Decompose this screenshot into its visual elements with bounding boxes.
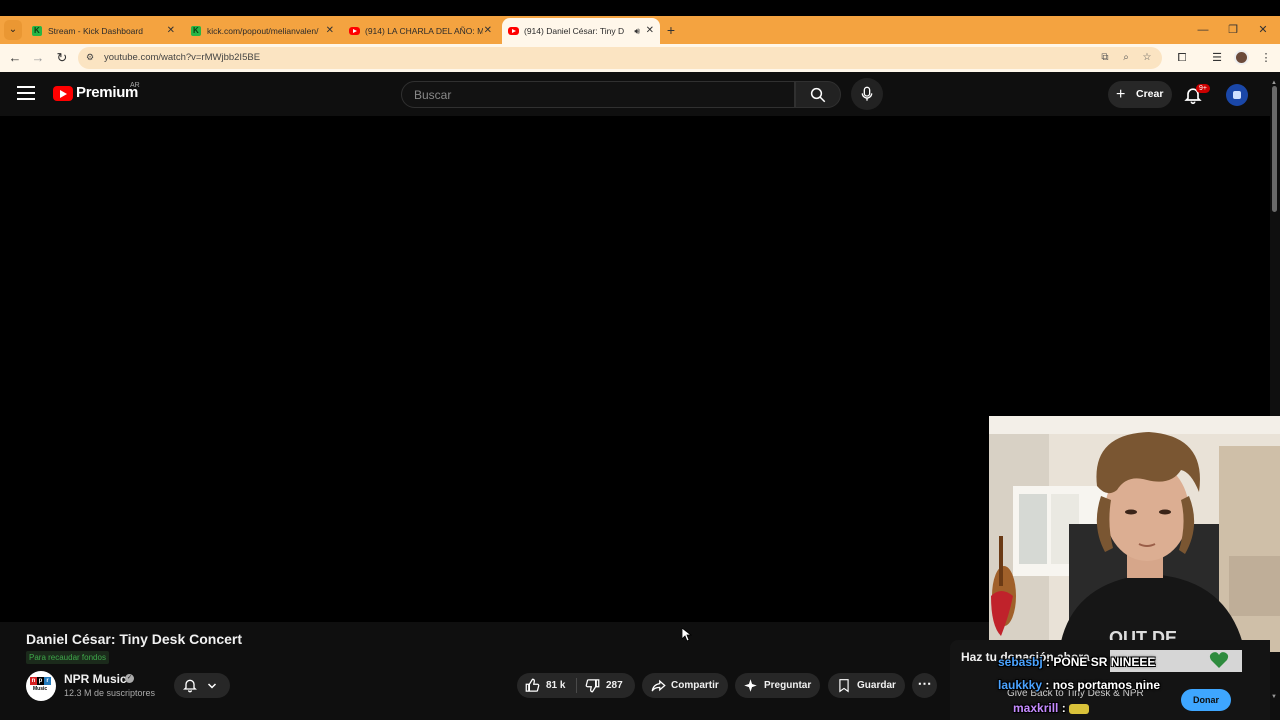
save-button[interactable]: Guardar bbox=[828, 673, 905, 698]
dislike-count[interactable]: 287 bbox=[606, 673, 623, 698]
chat-text: : bbox=[1061, 701, 1066, 715]
npr-logo: n p r bbox=[30, 677, 51, 685]
tab-charla[interactable]: (914) LA CHARLA DEL AÑO: ME ✕ bbox=[343, 18, 498, 44]
bookmark-star-icon[interactable]: ☆ bbox=[1138, 47, 1156, 69]
chat-username: sebasbj bbox=[998, 655, 1043, 669]
close-tab-icon[interactable]: ✕ bbox=[326, 18, 334, 44]
chat-message: laukkky : nos portamos nine bbox=[998, 678, 1160, 692]
screen-top-strip bbox=[0, 0, 1280, 16]
search-icon bbox=[810, 87, 826, 103]
kick-icon bbox=[32, 18, 42, 44]
create-button[interactable]: + Crear bbox=[1108, 81, 1172, 108]
thumbs-down-icon[interactable] bbox=[585, 678, 600, 693]
fundraiser-tag[interactable]: Para recaudar fondos bbox=[26, 651, 109, 664]
speaker-icon[interactable]: 🔊︎ bbox=[634, 18, 640, 44]
search-input[interactable] bbox=[414, 82, 784, 107]
youtube-premium-logo[interactable]: Premium bbox=[76, 84, 138, 101]
hamburger-menu-icon[interactable] bbox=[17, 86, 35, 102]
extensions-icon[interactable]: ⧠ bbox=[1172, 48, 1192, 68]
site-info-icon[interactable]: ⚙ bbox=[86, 52, 97, 63]
close-tab-icon[interactable]: ✕ bbox=[167, 18, 175, 44]
reload-icon[interactable]: ↻ bbox=[52, 48, 72, 68]
maximize-icon[interactable]: ❐ bbox=[1218, 16, 1248, 44]
like-count[interactable]: 81 k bbox=[546, 673, 565, 698]
share-arrow-icon bbox=[651, 679, 666, 692]
bookmark-icon bbox=[839, 679, 849, 693]
tab-title: kick.com/popout/melianvalen/ bbox=[207, 26, 319, 36]
media-control-icon[interactable]: ☰ bbox=[1207, 48, 1227, 68]
tab-title: Stream - Kick Dashboard bbox=[48, 26, 143, 36]
forward-arrow-icon[interactable]: → bbox=[28, 48, 48, 68]
save-label: Guardar bbox=[857, 680, 896, 691]
address-bar-row: ← → ↻ ⚙ youtube.com/watch?v=rMWjbb2I5BE … bbox=[0, 44, 1280, 72]
chat-username: laukkky bbox=[998, 678, 1043, 692]
microphone-icon bbox=[861, 86, 873, 101]
kick-icon bbox=[191, 18, 201, 44]
chat-message: sebasbj : PONE SR NINEEE bbox=[998, 655, 1155, 669]
chat-message: maxkrill : bbox=[1013, 701, 1090, 715]
close-window-icon[interactable]: ✕ bbox=[1248, 16, 1278, 44]
tab-daniel-cesar[interactable]: (914) Daniel César: Tiny De 🔊︎ ✕ bbox=[502, 18, 660, 44]
sparkle-icon bbox=[744, 679, 757, 692]
chat-text: : PONE SR NINEEE bbox=[1046, 655, 1156, 669]
share-button[interactable]: Compartir bbox=[642, 673, 728, 698]
bell-icon bbox=[183, 679, 197, 693]
omnibox[interactable]: ⚙ youtube.com/watch?v=rMWjbb2I5BE ⧉ ⌕ ☆ bbox=[78, 47, 1162, 69]
video-title: Daniel César: Tiny Desk Concert bbox=[26, 631, 243, 647]
voice-search-button[interactable] bbox=[851, 78, 883, 110]
webcam-feed-image: OUT DE bbox=[989, 416, 1280, 652]
verified-check-icon: ✓ bbox=[125, 674, 134, 683]
mouse-cursor-icon bbox=[682, 628, 692, 642]
donate-button[interactable]: Donar bbox=[1181, 689, 1231, 711]
plus-icon: + bbox=[1116, 86, 1126, 103]
emote-icon bbox=[1069, 703, 1090, 714]
account-avatar[interactable] bbox=[1226, 84, 1248, 106]
notification-count-badge: 9+ bbox=[1196, 84, 1210, 93]
minimize-icon[interactable]: — bbox=[1188, 16, 1218, 44]
new-tab-button[interactable]: + bbox=[664, 18, 678, 42]
back-arrow-icon[interactable]: ← bbox=[5, 48, 25, 68]
search-button[interactable] bbox=[795, 81, 841, 108]
scroll-down-arrow-icon[interactable]: ▼ bbox=[1271, 694, 1277, 700]
ask-label: Preguntar bbox=[764, 680, 812, 691]
subscriber-count: 12.3 M de suscriptores bbox=[64, 688, 156, 698]
webcam-overlay: OUT DE bbox=[989, 416, 1280, 652]
zoom-icon[interactable]: ⌕ bbox=[1117, 47, 1135, 69]
browser-tab-bar: ⌄ Stream - Kick Dashboard ✕ kick.com/pop… bbox=[0, 16, 1280, 44]
search-box[interactable] bbox=[401, 81, 795, 108]
url-text[interactable]: youtube.com/watch?v=rMWjbb2I5BE bbox=[104, 47, 260, 69]
more-actions-icon[interactable]: ⋯ bbox=[912, 673, 937, 698]
subscription-bell-button[interactable] bbox=[174, 673, 230, 698]
like-dislike-divider bbox=[576, 678, 577, 693]
region-code: AR bbox=[130, 82, 140, 89]
youtube-logo-icon[interactable] bbox=[53, 86, 73, 101]
donation-heart-icon bbox=[1209, 652, 1229, 668]
chat-username: maxkrill bbox=[1013, 701, 1059, 715]
channel-name[interactable]: NPR Music bbox=[64, 672, 127, 686]
tab-search-dropdown-icon[interactable]: ⌄ bbox=[4, 20, 22, 40]
youtube-icon bbox=[508, 27, 519, 35]
browser-menu-icon[interactable]: ⋮ bbox=[1256, 48, 1276, 68]
tab-kick-popout[interactable]: kick.com/popout/melianvalen/ ✕ bbox=[185, 18, 340, 44]
chevron-down-icon bbox=[207, 683, 217, 689]
close-tab-icon[interactable]: ✕ bbox=[646, 18, 654, 44]
tab-title: (914) LA CHARLA DEL AÑO: ME bbox=[365, 26, 483, 36]
close-tab-icon[interactable]: ✕ bbox=[484, 18, 492, 44]
channel-avatar[interactable]: n p r Music bbox=[26, 671, 56, 701]
youtube-masthead: Premium AR + Crear 9+ bbox=[0, 72, 1280, 116]
scrollbar-thumb[interactable] bbox=[1272, 86, 1277, 212]
share-label: Compartir bbox=[671, 680, 719, 691]
youtube-icon bbox=[349, 27, 360, 35]
create-label: Crear bbox=[1136, 88, 1164, 100]
thumbs-up-icon[interactable] bbox=[525, 678, 540, 693]
tab-kick-dashboard[interactable]: Stream - Kick Dashboard ✕ bbox=[26, 18, 181, 44]
install-app-icon[interactable]: ⧉ bbox=[1096, 47, 1114, 69]
browser-profile-avatar[interactable] bbox=[1234, 50, 1249, 65]
tab-title: (914) Daniel César: Tiny De bbox=[524, 26, 624, 36]
chat-text: : nos portamos nine bbox=[1045, 678, 1161, 692]
ask-button[interactable]: Preguntar bbox=[735, 673, 820, 698]
